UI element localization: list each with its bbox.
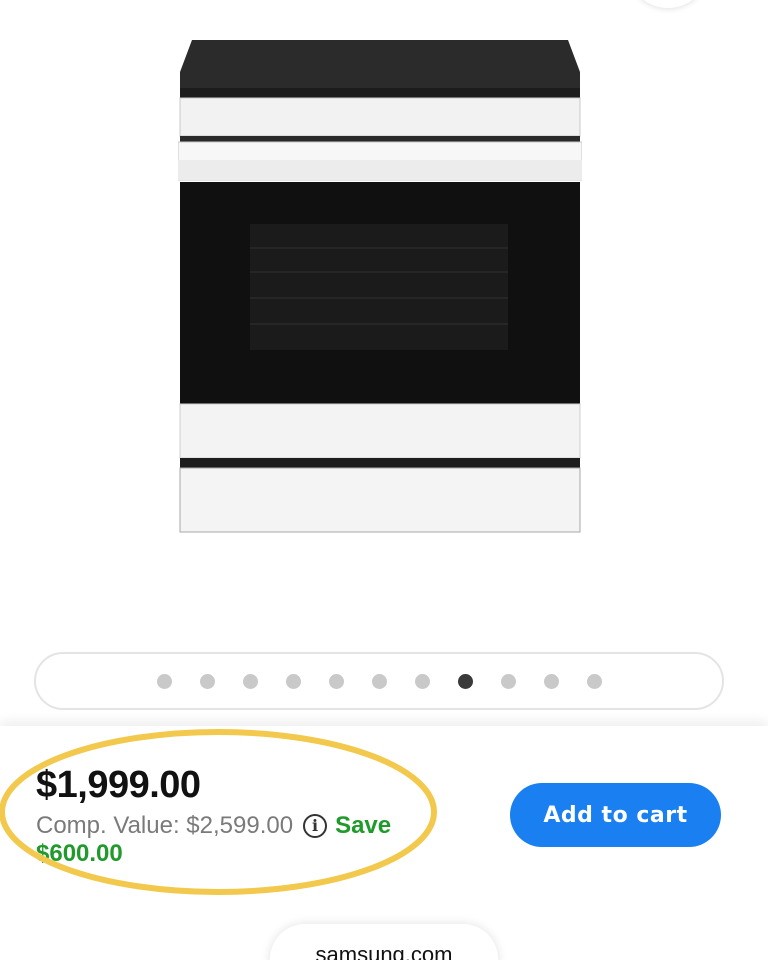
carousel-dot[interactable]	[586, 673, 602, 689]
image-carousel-indicator	[34, 652, 724, 710]
carousel-dot[interactable]	[285, 673, 301, 689]
carousel-dot[interactable]	[242, 673, 258, 689]
oven-illustration	[177, 40, 583, 533]
carousel-dot[interactable]	[199, 673, 215, 689]
product-image	[177, 36, 583, 536]
comparison-value-line: Comp. Value: $2,599.00 i Save $600.00	[36, 812, 456, 868]
comp-value-label: Comp. Value: $2,599.00	[36, 812, 294, 839]
price: $1,999.00	[36, 764, 201, 806]
save-label: Save	[335, 812, 392, 839]
carousel-dot[interactable]	[457, 673, 473, 689]
share-button[interactable]	[630, 0, 706, 8]
add-to-cart-button[interactable]: Add to cart	[510, 783, 721, 847]
carousel-dot[interactable]	[543, 673, 559, 689]
save-amount: $600.00	[36, 840, 123, 867]
url-bar[interactable]: samsung.com	[270, 924, 498, 960]
carousel-dot[interactable]	[156, 673, 172, 689]
info-icon[interactable]: i	[303, 814, 328, 838]
carousel-dot[interactable]	[414, 673, 430, 689]
url-text: samsung.com	[315, 942, 453, 960]
carousel-dot[interactable]	[328, 673, 344, 689]
carousel-dot[interactable]	[500, 673, 516, 689]
carousel-dot[interactable]	[371, 673, 387, 689]
